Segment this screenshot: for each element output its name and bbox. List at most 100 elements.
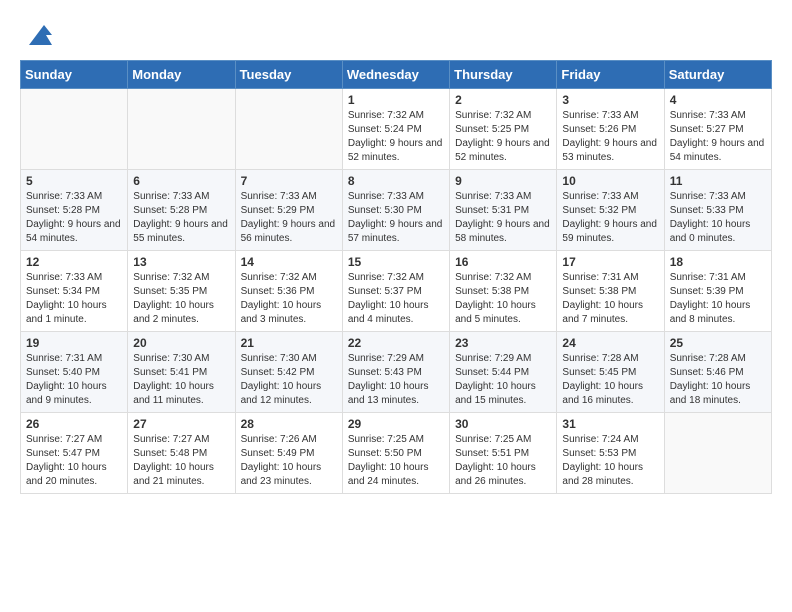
week-row-5: 26Sunrise: 7:27 AMSunset: 5:47 PMDayligh…: [21, 413, 772, 494]
day-cell: 27Sunrise: 7:27 AMSunset: 5:48 PMDayligh…: [128, 413, 235, 494]
day-cell: 3 Sunrise: 7:33 AMSunset: 5:26 PMDaylight…: [557, 89, 664, 170]
weekday-header-thursday: Thursday: [450, 61, 557, 89]
day-cell: 29 Sunrise: 7:25 AMSunset: 5:50 PMDayligh…: [342, 413, 449, 494]
day-cell: 15 Sunrise: 7:32 AMSunset: 5:37 PMDayligh…: [342, 251, 449, 332]
day-number: 21: [241, 336, 337, 350]
day-info: Sunrise: 7:30 AMSunset: 5:42 PMDaylight:…: [241, 352, 337, 408]
day-cell: 25Sunrise: 7:28 AMSunset: 5:46 PMDayligh…: [664, 332, 771, 413]
day-info: Sunrise: 7:29 AMSunset: 5:44 PMDaylight:…: [455, 352, 551, 408]
day-number: 6: [133, 174, 229, 188]
week-row-1: 1Sunrise: 7:32 AMSunset: 5:24 PMDaylight…: [21, 89, 772, 170]
day-cell: 23 Sunrise: 7:29 AMSunset: 5:44 PMDayligh…: [450, 332, 557, 413]
day-number: 19: [26, 336, 122, 350]
day-cell: 7Sunrise: 7:33 AMSunset: 5:29 PMDaylight…: [235, 170, 342, 251]
day-info: Sunrise: 7:33 AMSunset: 5:31 PMDaylight:…: [455, 190, 551, 246]
day-info: Sunrise: 7:32 AMSunset: 5:37 PMDaylight:…: [348, 271, 444, 327]
day-info: Sunrise: 7:32 AMSunset: 5:35 PMDaylight:…: [133, 271, 229, 327]
day-number: 11: [670, 174, 766, 188]
day-cell: 31 Sunrise: 7:24 AMSunset: 5:53 PMDayligh…: [557, 413, 664, 494]
week-row-2: 5 Sunrise: 7:33 AMSunset: 5:28 PMDaylight…: [21, 170, 772, 251]
day-cell: 2 Sunrise: 7:32 AMSunset: 5:25 PMDaylight…: [450, 89, 557, 170]
weekday-header-sunday: Sunday: [21, 61, 128, 89]
day-cell: 11 Sunrise: 7:33 AMSunset: 5:33 PMDayligh…: [664, 170, 771, 251]
day-number: 10: [562, 174, 658, 188]
week-row-3: 12 Sunrise: 7:33 AMSunset: 5:34 PMDayligh…: [21, 251, 772, 332]
day-number: 5: [26, 174, 122, 188]
day-info: Sunrise: 7:24 AMSunset: 5:53 PMDaylight:…: [562, 433, 658, 489]
weekday-header-friday: Friday: [557, 61, 664, 89]
day-info: Sunrise: 7:30 AMSunset: 5:41 PMDaylight:…: [133, 352, 229, 408]
day-info: Sunrise: 7:25 AMSunset: 5:51 PMDaylight:…: [455, 433, 551, 489]
day-number: 26: [26, 417, 122, 431]
day-info: Sunrise: 7:27 AMSunset: 5:48 PMDaylight:…: [133, 433, 229, 489]
day-info: Sunrise: 7:31 AMSunset: 5:39 PMDaylight:…: [670, 271, 766, 327]
day-cell: 12 Sunrise: 7:33 AMSunset: 5:34 PMDayligh…: [21, 251, 128, 332]
day-cell: 28 Sunrise: 7:26 AMSunset: 5:49 PMDayligh…: [235, 413, 342, 494]
day-info: Sunrise: 7:32 AMSunset: 5:25 PMDaylight:…: [455, 109, 551, 165]
weekday-header-row: SundayMondayTuesdayWednesdayThursdayFrid…: [21, 61, 772, 89]
day-number: 28: [241, 417, 337, 431]
day-cell: 13 Sunrise: 7:32 AMSunset: 5:35 PMDayligh…: [128, 251, 235, 332]
weekday-header-tuesday: Tuesday: [235, 61, 342, 89]
day-number: 13: [133, 255, 229, 269]
day-cell: 17Sunrise: 7:31 AMSunset: 5:38 PMDayligh…: [557, 251, 664, 332]
day-number: 31: [562, 417, 658, 431]
day-cell: 21 Sunrise: 7:30 AMSunset: 5:42 PMDayligh…: [235, 332, 342, 413]
day-info: Sunrise: 7:28 AMSunset: 5:46 PMDaylight:…: [670, 352, 766, 408]
day-info: Sunrise: 7:33 AMSunset: 5:26 PMDaylight:…: [562, 109, 658, 165]
day-info: Sunrise: 7:28 AMSunset: 5:45 PMDaylight:…: [562, 352, 658, 408]
day-info: Sunrise: 7:25 AMSunset: 5:50 PMDaylight:…: [348, 433, 444, 489]
day-number: 24: [562, 336, 658, 350]
day-number: 7: [241, 174, 337, 188]
day-number: 23: [455, 336, 551, 350]
day-cell: 6Sunrise: 7:33 AMSunset: 5:28 PMDaylight…: [128, 170, 235, 251]
weekday-header-saturday: Saturday: [664, 61, 771, 89]
day-info: Sunrise: 7:29 AMSunset: 5:43 PMDaylight:…: [348, 352, 444, 408]
day-info: Sunrise: 7:31 AMSunset: 5:40 PMDaylight:…: [26, 352, 122, 408]
day-number: 4: [670, 93, 766, 107]
day-info: Sunrise: 7:33 AMSunset: 5:33 PMDaylight:…: [670, 190, 766, 246]
day-number: 15: [348, 255, 444, 269]
day-cell: 19 Sunrise: 7:31 AMSunset: 5:40 PMDayligh…: [21, 332, 128, 413]
day-cell: 4 Sunrise: 7:33 AMSunset: 5:27 PMDaylight…: [664, 89, 771, 170]
day-info: Sunrise: 7:33 AMSunset: 5:32 PMDaylight:…: [562, 190, 658, 246]
week-row-4: 19 Sunrise: 7:31 AMSunset: 5:40 PMDayligh…: [21, 332, 772, 413]
day-cell: [128, 89, 235, 170]
logo: [20, 20, 54, 50]
logo-icon: [24, 20, 54, 50]
day-cell: 22Sunrise: 7:29 AMSunset: 5:43 PMDayligh…: [342, 332, 449, 413]
day-number: 1: [348, 93, 444, 107]
day-number: 16: [455, 255, 551, 269]
day-cell: 10 Sunrise: 7:33 AMSunset: 5:32 PMDayligh…: [557, 170, 664, 251]
day-number: 20: [133, 336, 229, 350]
day-info: Sunrise: 7:32 AMSunset: 5:38 PMDaylight:…: [455, 271, 551, 327]
day-info: Sunrise: 7:33 AMSunset: 5:27 PMDaylight:…: [670, 109, 766, 165]
day-cell: [664, 413, 771, 494]
day-number: 29: [348, 417, 444, 431]
day-number: 2: [455, 93, 551, 107]
day-info: Sunrise: 7:33 AMSunset: 5:30 PMDaylight:…: [348, 190, 444, 246]
page-header: [20, 20, 772, 50]
day-number: 18: [670, 255, 766, 269]
day-number: 14: [241, 255, 337, 269]
day-number: 17: [562, 255, 658, 269]
day-info: Sunrise: 7:32 AMSunset: 5:36 PMDaylight:…: [241, 271, 337, 327]
day-cell: 9 Sunrise: 7:33 AMSunset: 5:31 PMDaylight…: [450, 170, 557, 251]
weekday-header-wednesday: Wednesday: [342, 61, 449, 89]
day-cell: [21, 89, 128, 170]
day-cell: 20 Sunrise: 7:30 AMSunset: 5:41 PMDayligh…: [128, 332, 235, 413]
day-cell: 8Sunrise: 7:33 AMSunset: 5:30 PMDaylight…: [342, 170, 449, 251]
day-cell: 5 Sunrise: 7:33 AMSunset: 5:28 PMDaylight…: [21, 170, 128, 251]
day-number: 12: [26, 255, 122, 269]
day-info: Sunrise: 7:33 AMSunset: 5:34 PMDaylight:…: [26, 271, 122, 327]
day-number: 30: [455, 417, 551, 431]
calendar-table: SundayMondayTuesdayWednesdayThursdayFrid…: [20, 60, 772, 494]
day-cell: 18 Sunrise: 7:31 AMSunset: 5:39 PMDayligh…: [664, 251, 771, 332]
day-cell: 14 Sunrise: 7:32 AMSunset: 5:36 PMDayligh…: [235, 251, 342, 332]
day-number: 3: [562, 93, 658, 107]
day-cell: [235, 89, 342, 170]
day-info: Sunrise: 7:33 AMSunset: 5:28 PMDaylight:…: [26, 190, 122, 246]
day-number: 9: [455, 174, 551, 188]
day-cell: 16 Sunrise: 7:32 AMSunset: 5:38 PMDayligh…: [450, 251, 557, 332]
day-info: Sunrise: 7:26 AMSunset: 5:49 PMDaylight:…: [241, 433, 337, 489]
